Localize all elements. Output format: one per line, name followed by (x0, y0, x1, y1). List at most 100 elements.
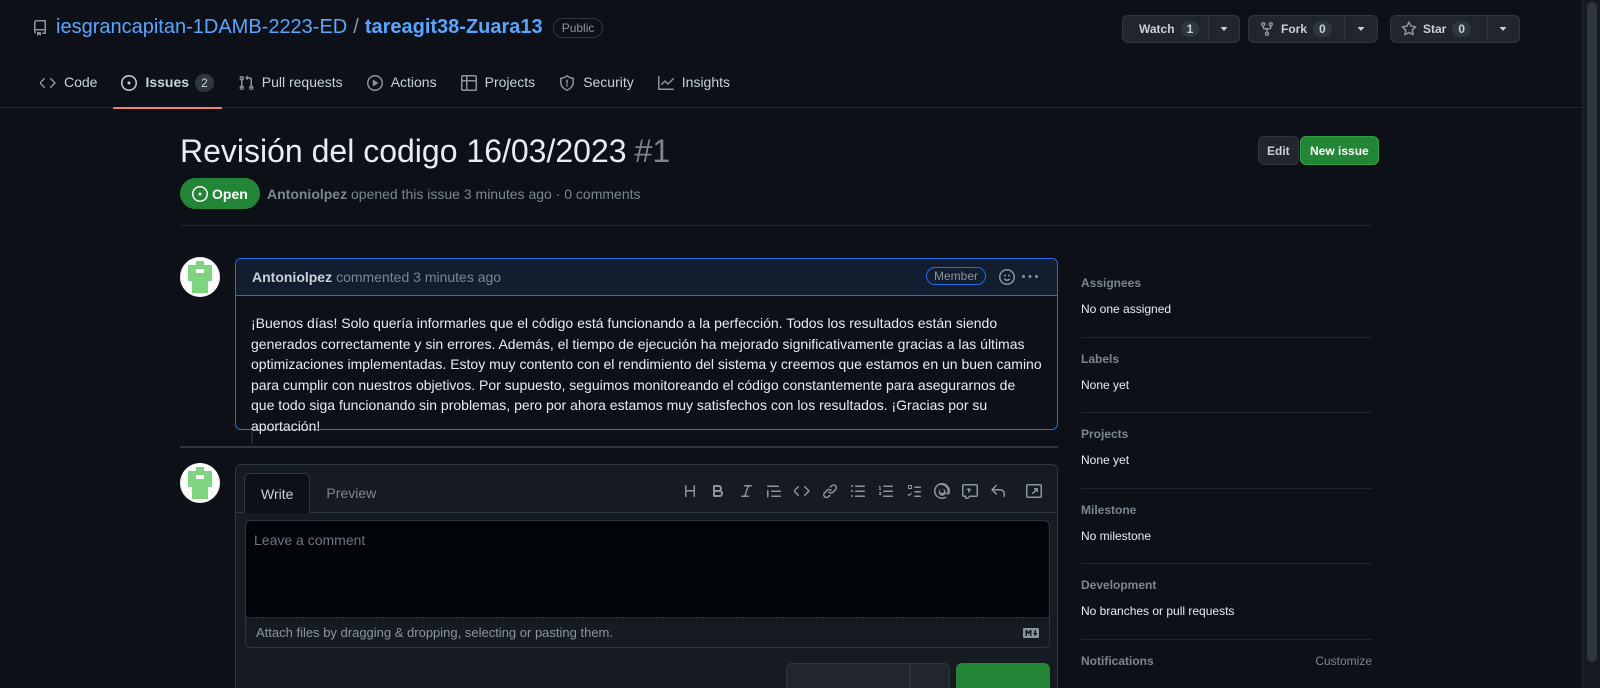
star-label: Star (1423, 22, 1447, 36)
reply-icon[interactable] (984, 481, 1012, 501)
tab-actions-label: Actions (390, 74, 437, 90)
issue-author-link[interactable]: Antoniolpez (267, 186, 347, 202)
development-value: No branches or pull requests (1081, 604, 1235, 618)
issue-open-icon (192, 185, 208, 202)
heading-icon[interactable] (676, 481, 704, 501)
editor-tabs: Write Preview (244, 473, 392, 513)
tab-issues[interactable]: Issues 2 (113, 66, 223, 109)
close-issue-dropdown[interactable] (910, 663, 950, 688)
reference-icon[interactable] (956, 481, 984, 501)
comment-header: Antoniolpez commented 3 minutes ago Memb… (236, 259, 1057, 296)
projects-heading: Projects (1081, 427, 1129, 441)
close-issue-button[interactable] (786, 663, 910, 688)
member-badge: Member (926, 267, 987, 285)
page-scrollbar[interactable] (1582, 0, 1600, 688)
star-dropdown[interactable] (1488, 16, 1519, 42)
timeline-line (251, 430, 253, 444)
numbered-list-icon[interactable] (872, 481, 900, 501)
tab-security[interactable]: Security (551, 66, 642, 108)
issue-number: #1 (634, 133, 671, 169)
fork-dropdown[interactable] (1345, 16, 1377, 42)
comment-time[interactable]: commented 3 minutes ago (336, 269, 501, 285)
timeline-divider (180, 446, 1058, 448)
watch-button[interactable]: Watch 1 (1123, 16, 1209, 42)
comment-author-link[interactable]: Antoniolpez (252, 269, 332, 285)
tab-actions[interactable]: Actions (359, 66, 445, 108)
repo-name-link[interactable]: tareagit38-Zuara13 (365, 16, 543, 39)
milestone-heading: Milestone (1081, 502, 1137, 517)
watch-dropdown[interactable] (1209, 16, 1239, 42)
bulleted-list-icon[interactable] (844, 481, 872, 501)
repo-header: iesgrancapitan-1DAMB-2223-ED / tareagit3… (0, 0, 1582, 109)
sidebar-assignees[interactable]: Assignees No one assigned (1081, 262, 1372, 338)
comment-editor: Write Preview Attach files by dragging &… (235, 464, 1058, 688)
issues-count: 2 (195, 74, 214, 92)
issue-icon (121, 75, 138, 91)
avatar[interactable] (180, 257, 220, 297)
link-icon[interactable] (816, 481, 844, 501)
repo-owner-link[interactable]: iesgrancapitan-1DAMB-2223-ED (56, 16, 347, 39)
labels-value: None yet (1081, 377, 1130, 392)
triangle-down-icon (1220, 27, 1228, 31)
status-label: Open (212, 185, 248, 202)
repo-separator: / (353, 16, 359, 38)
tab-projects-label: Projects (484, 74, 536, 90)
header-divider (180, 225, 1372, 226)
star-icon (1401, 21, 1417, 36)
issue-meta: Antoniolpez opened this issue 3 minutes … (267, 186, 641, 202)
star-count: 0 (1452, 21, 1472, 37)
watch-label: Watch (1139, 22, 1175, 36)
tab-code-label: Code (64, 74, 98, 90)
status-badge: Open (180, 178, 260, 209)
pull-request-icon (239, 75, 254, 91)
triangle-down-icon (1499, 27, 1507, 31)
milestone-value: No milestone (1081, 528, 1152, 543)
sidebar-projects[interactable]: Projects None yet (1081, 413, 1372, 489)
tab-pull-requests[interactable]: Pull requests (230, 66, 351, 108)
visibility-badge: Public (552, 17, 604, 38)
comment-submit-button[interactable] (956, 663, 1050, 688)
tab-code[interactable]: Code (32, 66, 105, 108)
tab-insights[interactable]: Insights (650, 66, 738, 108)
customize-link[interactable]: Customize (1315, 654, 1372, 668)
graph-icon (657, 76, 674, 90)
fullscreen-icon[interactable] (1020, 481, 1048, 501)
code-icon[interactable] (788, 481, 816, 501)
smiley-icon[interactable] (999, 269, 1015, 285)
quote-icon[interactable] (760, 481, 788, 501)
avatar[interactable] (180, 463, 220, 503)
sidebar-labels[interactable]: Labels None yet (1081, 338, 1372, 413)
table-icon (460, 75, 477, 91)
tab-write[interactable]: Write (244, 473, 311, 513)
comment-input-area: Attach files by dragging & dropping, sel… (245, 520, 1050, 648)
comment-textarea[interactable] (246, 521, 1049, 618)
markdown-toolbar (676, 481, 1048, 501)
watch-count: 1 (1180, 21, 1200, 37)
tab-projects[interactable]: Projects (453, 66, 544, 108)
task-list-icon[interactable] (900, 481, 928, 501)
markdown-icon[interactable] (1023, 627, 1039, 639)
fork-count: 0 (1313, 21, 1332, 37)
kebab-horizontal-icon[interactable] (1022, 269, 1038, 285)
italic-icon[interactable] (732, 481, 760, 501)
tab-preview[interactable]: Preview (310, 473, 392, 513)
fork-label: Fork (1281, 22, 1308, 36)
issue-sidebar: Assignees No one assigned Labels None ye… (1081, 262, 1372, 688)
tab-pull-requests-label: Pull requests (261, 74, 343, 90)
issue-meta-text: opened this issue 3 minutes ago · 0 comm… (351, 186, 641, 202)
code-icon (40, 78, 56, 88)
attach-files-area[interactable]: Attach files by dragging & dropping, sel… (246, 617, 1049, 647)
triangle-down-icon (1357, 27, 1365, 31)
tab-issues-label: Issues (145, 74, 190, 90)
scrollbar-thumb[interactable] (1587, 2, 1597, 662)
mention-icon[interactable] (928, 481, 956, 501)
sidebar-development[interactable]: Development No branches or pull requests (1081, 564, 1372, 640)
star-button-group: Star 0 (1390, 15, 1520, 43)
fork-button[interactable]: Fork 0 (1249, 16, 1345, 42)
bold-icon[interactable] (704, 481, 732, 501)
star-button[interactable]: Star 0 (1391, 16, 1488, 42)
sidebar-milestone[interactable]: Milestone No milestone (1081, 489, 1372, 564)
new-issue-button[interactable]: New issue (1300, 136, 1379, 165)
edit-button[interactable]: Edit (1258, 136, 1299, 165)
fork-button-group: Fork 0 (1248, 15, 1378, 43)
